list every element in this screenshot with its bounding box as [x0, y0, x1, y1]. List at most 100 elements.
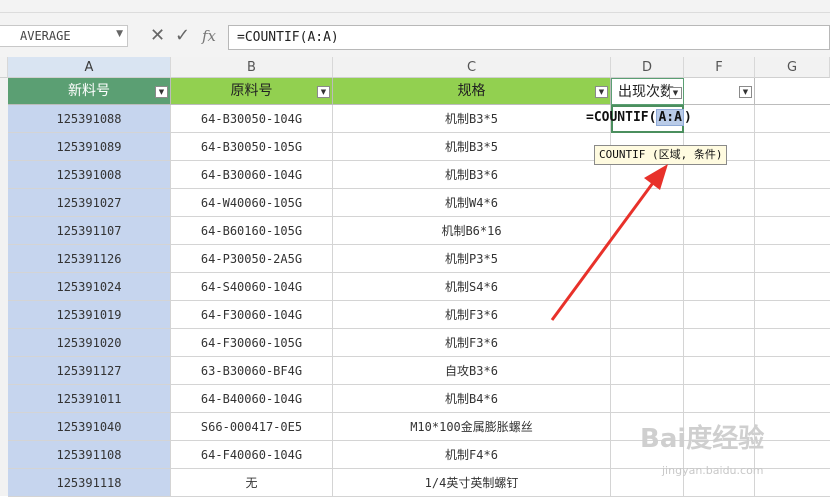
table-cell-a[interactable]: 125391089 [8, 133, 171, 161]
table-cell-f[interactable] [684, 385, 755, 413]
header-occurrences-label: 出现次数 [618, 84, 674, 100]
select-all-corner[interactable] [0, 57, 8, 78]
table-cell-b[interactable]: 64-S40060-104G [171, 273, 333, 301]
table-cell-g[interactable] [755, 189, 830, 217]
formula-input[interactable]: =COUNTIF(A:A) [228, 25, 830, 50]
filter-dropdown-icon[interactable]: ▼ [317, 86, 330, 98]
header-cell-new-part-no[interactable]: 新料号 ▼ [8, 78, 171, 105]
table-cell-c[interactable]: M10*100金属膨胀螺丝 [333, 413, 611, 441]
table-cell-a[interactable]: 125391011 [8, 385, 171, 413]
table-cell-c[interactable]: 1/4英寸英制螺钉 [333, 469, 611, 497]
table-cell-b[interactable]: 64-B30050-104G [171, 105, 333, 133]
header-cell-f[interactable]: ▼ [684, 78, 755, 105]
table-cell-f[interactable] [684, 217, 755, 245]
table-cell-f[interactable] [684, 357, 755, 385]
header-new-part-no-label: 新料号 [68, 83, 110, 99]
close-icon[interactable]: ✕ [150, 27, 165, 45]
ribbon-edge [0, 0, 830, 13]
header-cell-g[interactable] [755, 78, 830, 105]
table-cell-g[interactable] [755, 469, 830, 497]
table-cell-c[interactable]: 机制F4*6 [333, 441, 611, 469]
table-cell-g[interactable] [755, 413, 830, 441]
table-cell-a[interactable]: 125391020 [8, 329, 171, 357]
table-cell-b[interactable]: 63-B30060-BF4G [171, 357, 333, 385]
table-cell-a[interactable]: 125391027 [8, 189, 171, 217]
table-cell-g[interactable] [755, 133, 830, 161]
table-cell-g[interactable] [755, 441, 830, 469]
table-cell-a[interactable]: 125391019 [8, 301, 171, 329]
table-cell-a[interactable]: 125391108 [8, 441, 171, 469]
range-reference: A:A [656, 109, 684, 126]
table-cell-b[interactable]: 无 [171, 469, 333, 497]
table-cell-b[interactable]: 64-F30060-104G [171, 301, 333, 329]
column-header-b[interactable]: B [171, 57, 333, 78]
table-cell-b[interactable]: 64-F40060-104G [171, 441, 333, 469]
table-cell-f[interactable] [684, 301, 755, 329]
table-cell-g[interactable] [755, 329, 830, 357]
table-cell-d[interactable] [611, 357, 684, 385]
fx-icon[interactable]: fx [202, 27, 216, 45]
table-cell-g[interactable] [755, 105, 830, 133]
table-cell-g[interactable] [755, 301, 830, 329]
table-cell-a[interactable]: 125391008 [8, 161, 171, 189]
table-cell-a[interactable]: 125391107 [8, 217, 171, 245]
column-header-d[interactable]: D [611, 57, 684, 78]
table-cell-g[interactable] [755, 217, 830, 245]
table-cell-g[interactable] [755, 161, 830, 189]
table-cell-b[interactable]: 64-B60160-105G [171, 217, 333, 245]
table-cell-g[interactable] [755, 357, 830, 385]
table-cell-b[interactable]: 64-F30060-105G [171, 329, 333, 357]
filter-dropdown-icon[interactable]: ▼ [669, 87, 682, 99]
column-header-g[interactable]: G [755, 57, 830, 78]
table-cell-a[interactable]: 125391118 [8, 469, 171, 497]
filter-dropdown-icon[interactable]: ▼ [739, 86, 752, 98]
header-original-part-no-label: 原料号 [230, 83, 273, 99]
watermark-logo: Bai度经验 [640, 424, 765, 454]
header-cell-spec[interactable]: 规格 ▼ [333, 78, 611, 105]
chevron-down-icon[interactable]: ▼ [116, 29, 123, 39]
filter-dropdown-icon[interactable]: ▼ [155, 86, 168, 98]
column-header-a[interactable]: A [8, 57, 171, 78]
table-cell-f[interactable] [684, 161, 755, 189]
edit-prefix: =COUNTIF( [586, 110, 657, 125]
table-cell-b[interactable]: 64-B30060-104G [171, 161, 333, 189]
table-cell-g[interactable] [755, 273, 830, 301]
table-cell-a[interactable]: 125391088 [8, 105, 171, 133]
name-box-value: AVERAGE [20, 29, 71, 43]
table-cell-d[interactable] [611, 329, 684, 357]
name-box[interactable]: AVERAGE ▼ [0, 25, 128, 47]
column-header-f[interactable]: F [684, 57, 755, 78]
header-cell-original-part-no[interactable]: 原料号 ▼ [171, 78, 333, 105]
check-icon[interactable]: ✓ [175, 27, 190, 45]
table-cell-a[interactable]: 125391127 [8, 357, 171, 385]
table-cell-c[interactable]: 机制B3*5 [333, 133, 611, 161]
table-cell-a[interactable]: 125391024 [8, 273, 171, 301]
table-cell-b[interactable]: 64-P30050-2A5G [171, 245, 333, 273]
annotation-arrow-icon [550, 164, 668, 321]
table-cell-b[interactable]: S66-000417-0E5 [171, 413, 333, 441]
table-cell-a[interactable]: 125391126 [8, 245, 171, 273]
table-cell-g[interactable] [755, 385, 830, 413]
header-cell-occurrences[interactable]: 出现次数 ▼ [611, 78, 684, 105]
filter-dropdown-icon[interactable]: ▼ [595, 86, 608, 98]
table-cell-f[interactable] [684, 273, 755, 301]
table-cell-c[interactable]: 机制B3*5 [333, 105, 611, 133]
table-cell-f[interactable] [684, 245, 755, 273]
table-cell-f[interactable] [684, 329, 755, 357]
table-cell-c[interactable]: 机制F3*6 [333, 329, 611, 357]
table-cell-f[interactable] [684, 189, 755, 217]
table-cell-b[interactable]: 64-B30050-105G [171, 133, 333, 161]
header-spec-label: 规格 [457, 83, 486, 99]
table-cell-b[interactable]: 64-W40060-105G [171, 189, 333, 217]
table-cell-c[interactable]: 自攻B3*6 [333, 357, 611, 385]
column-header-c[interactable]: C [333, 57, 611, 78]
table-cell-d[interactable] [611, 385, 684, 413]
table-cell-a[interactable]: 125391040 [8, 413, 171, 441]
table-cell-c[interactable]: 机制B4*6 [333, 385, 611, 413]
watermark-url: jingyan.baidu.com [662, 464, 764, 477]
cell-edit-formula[interactable]: =COUNTIF(A:A) [586, 109, 692, 126]
table-cell-f[interactable] [684, 105, 755, 133]
table-cell-g[interactable] [755, 245, 830, 273]
table-cell-b[interactable]: 64-B40060-104G [171, 385, 333, 413]
formula-bar: AVERAGE ▼ ✕ ✓ fx =COUNTIF(A:A) [0, 13, 830, 61]
